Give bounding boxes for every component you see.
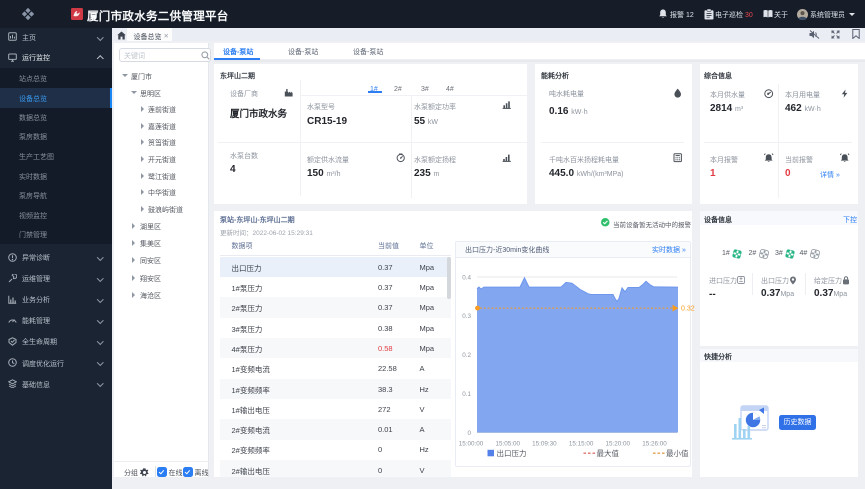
- svg-text:最小值: 最小值: [666, 448, 689, 458]
- svg-text:最大值: 最大值: [597, 448, 620, 458]
- svg-text:出口压力: 出口压力: [497, 448, 527, 458]
- svg-text:15:00:00: 15:00:00: [459, 441, 484, 448]
- svg-text:15:09:30: 15:09:30: [532, 441, 557, 448]
- svg-text:0: 0: [467, 430, 471, 437]
- svg-text:15:26:00: 15:26:00: [642, 441, 667, 448]
- svg-text:15:05:00: 15:05:00: [495, 441, 520, 448]
- svg-text:0.1: 0.1: [462, 391, 471, 398]
- svg-text:15:15:00: 15:15:00: [569, 441, 594, 448]
- svg-text:0.32: 0.32: [681, 306, 695, 313]
- svg-text:0.3: 0.3: [462, 313, 471, 320]
- svg-text:0.4: 0.4: [462, 274, 471, 281]
- svg-text:15:20:00: 15:20:00: [606, 441, 631, 448]
- svg-text:0.2: 0.2: [462, 352, 471, 359]
